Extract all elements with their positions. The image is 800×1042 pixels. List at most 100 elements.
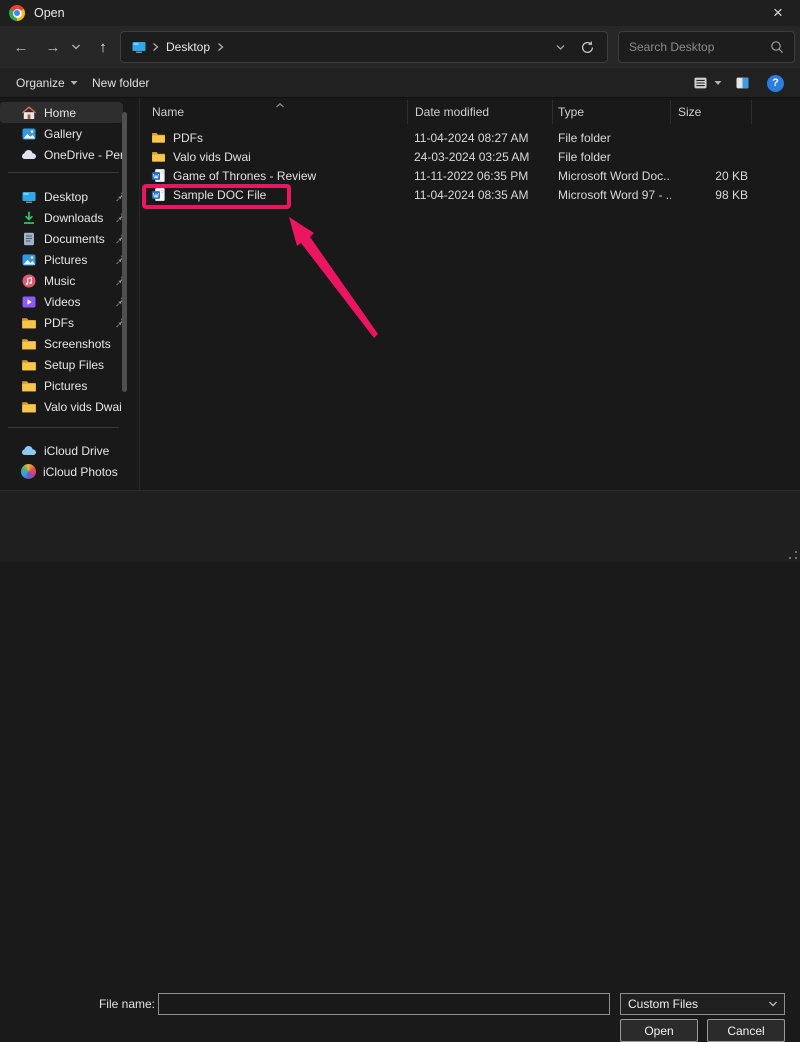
- file-row-sample-doc-file[interactable]: Sample DOC File 11-04-2024 08:35 AM Micr…: [141, 185, 800, 204]
- chevron-down-icon: [768, 999, 778, 1009]
- sidebar-item-pictures[interactable]: Pictures: [0, 249, 139, 270]
- file-name: Valo vids Dwai: [173, 150, 251, 164]
- help-icon: ?: [767, 75, 784, 92]
- sidebar-item-documents[interactable]: Documents: [0, 228, 139, 249]
- resize-grip[interactable]: [789, 551, 797, 559]
- sidebar-item-home[interactable]: Home: [0, 102, 123, 123]
- sidebar-item-onedrive[interactable]: OneDrive - Persor: [0, 144, 139, 165]
- file-row-pdfs[interactable]: PDFs 11-04-2024 08:27 AM File folder: [141, 128, 800, 147]
- folder-icon: [151, 149, 166, 164]
- sidebar-item-label: Videos: [44, 295, 80, 309]
- sidebar-item-label: iCloud Drive: [44, 444, 109, 458]
- sidebar-item-label: OneDrive - Persor: [44, 148, 125, 162]
- sidebar-divider: [8, 427, 119, 428]
- search-input[interactable]: [629, 40, 759, 54]
- organize-button[interactable]: Organize: [16, 68, 78, 98]
- help-button[interactable]: ?: [767, 68, 784, 98]
- desktop-icon: [21, 189, 37, 205]
- sidebar-item-label: Valo vids Dwai: [44, 400, 122, 414]
- sidebar-item-label: PDFs: [44, 316, 74, 330]
- refresh-icon[interactable]: [580, 40, 595, 55]
- sidebar-item-label: Desktop: [44, 190, 88, 204]
- main-area: Home Gallery OneDrive - Persor Desktop: [0, 98, 800, 490]
- file-name: PDFs: [173, 131, 203, 145]
- file-size: 98 KB: [671, 188, 752, 202]
- sidebar-item-label: Setup Files: [44, 358, 104, 372]
- up-button[interactable]: ↑: [90, 35, 116, 59]
- gallery-icon: [21, 126, 37, 142]
- preview-pane-icon: [734, 75, 751, 91]
- open-button[interactable]: Open: [620, 1019, 698, 1042]
- sidebar-item-icloud-photos[interactable]: iCloud Photos: [0, 461, 139, 482]
- preview-pane-button[interactable]: [734, 68, 751, 98]
- search-icon: [770, 40, 784, 54]
- word-97-doc-icon: [151, 187, 166, 202]
- sidebar-scrollbar[interactable]: [122, 112, 127, 392]
- new-folder-button[interactable]: New folder: [92, 68, 149, 98]
- sidebar-item-downloads[interactable]: Downloads: [0, 207, 139, 228]
- file-type: Microsoft Word Doc...: [553, 169, 671, 183]
- column-header-date-modified[interactable]: Date modified: [408, 100, 553, 124]
- back-button[interactable]: ←: [8, 35, 34, 59]
- chevron-down-icon: [70, 80, 78, 86]
- sort-ascending-icon: [275, 98, 285, 112]
- sidebar-item-label: Gallery: [44, 127, 82, 141]
- column-headers: Name Date modified Type Size: [141, 98, 800, 126]
- view-options-button[interactable]: [692, 68, 722, 98]
- sidebar-item-setup-files[interactable]: Setup Files: [0, 354, 139, 375]
- breadcrumb-desktop[interactable]: Desktop: [164, 40, 212, 54]
- open-file-dialog: Open × ← → ↑ Desktop: [0, 0, 800, 562]
- recent-locations-chevron-icon[interactable]: [66, 35, 86, 59]
- folder-icon: [151, 130, 166, 145]
- file-type-select[interactable]: Custom Files: [620, 993, 785, 1015]
- sidebar-item-label: Pictures: [44, 253, 87, 267]
- title-bar: Open ×: [0, 0, 800, 26]
- sidebar-item-music[interactable]: Music: [0, 270, 139, 291]
- file-type: File folder: [553, 131, 671, 145]
- file-type-value: Custom Files: [628, 997, 698, 1011]
- sidebar-item-valo-vids-dwai[interactable]: Valo vids Dwai: [0, 396, 139, 417]
- address-dropdown-chevron-icon[interactable]: [555, 42, 566, 53]
- organize-label: Organize: [16, 76, 65, 90]
- search-box[interactable]: [618, 31, 795, 63]
- documents-icon: [21, 231, 37, 247]
- sidebar-item-label: Downloads: [44, 211, 103, 225]
- sidebar-item-icloud-drive[interactable]: iCloud Drive: [0, 440, 139, 461]
- music-icon: [21, 273, 37, 289]
- forward-button[interactable]: →: [40, 35, 66, 59]
- file-list: Name Date modified Type Size PDFs 11-04-…: [141, 98, 800, 490]
- sidebar-item-videos[interactable]: Videos: [0, 291, 139, 312]
- command-toolbar: Organize New folder ?: [0, 68, 800, 98]
- sidebar-item-label: Screenshots: [44, 337, 111, 351]
- folder-icon: [21, 336, 37, 352]
- column-header-size[interactable]: Size: [671, 100, 752, 124]
- downloads-icon: [21, 210, 37, 226]
- sidebar-item-desktop[interactable]: Desktop: [0, 186, 139, 207]
- window-title: Open: [34, 6, 65, 20]
- close-button[interactable]: ×: [756, 0, 800, 26]
- sidebar-item-gallery[interactable]: Gallery: [0, 123, 139, 144]
- chevron-right-icon: [151, 42, 160, 52]
- sidebar-item-label: Documents: [44, 232, 105, 246]
- file-row-game-of-thrones-review[interactable]: Game of Thrones - Review 11-11-2022 06:3…: [141, 166, 800, 185]
- chrome-icon: [9, 5, 25, 21]
- desktop-icon: [131, 39, 147, 55]
- address-bar[interactable]: Desktop: [120, 31, 608, 63]
- onedrive-icon: [21, 147, 37, 163]
- home-icon: [21, 105, 37, 121]
- file-name: Game of Thrones - Review: [173, 169, 316, 183]
- column-header-type[interactable]: Type: [553, 100, 671, 124]
- sidebar-item-label: iCloud Photos: [43, 465, 118, 479]
- pictures-icon: [21, 252, 37, 268]
- sidebar-item-screenshots[interactable]: Screenshots: [0, 333, 139, 354]
- folder-icon: [21, 315, 37, 331]
- sidebar-item-pictures-folder[interactable]: Pictures: [0, 375, 139, 396]
- list-view-icon: [692, 75, 709, 91]
- icloud-photos-icon: [21, 464, 36, 479]
- sidebar-item-label: Music: [44, 274, 75, 288]
- file-name-input[interactable]: [158, 993, 610, 1015]
- sidebar-item-pdfs[interactable]: PDFs: [0, 312, 139, 333]
- file-row-valo-vids-dwai[interactable]: Valo vids Dwai 24-03-2024 03:25 AM File …: [141, 147, 800, 166]
- cancel-button[interactable]: Cancel: [707, 1019, 785, 1042]
- folder-icon: [21, 378, 37, 394]
